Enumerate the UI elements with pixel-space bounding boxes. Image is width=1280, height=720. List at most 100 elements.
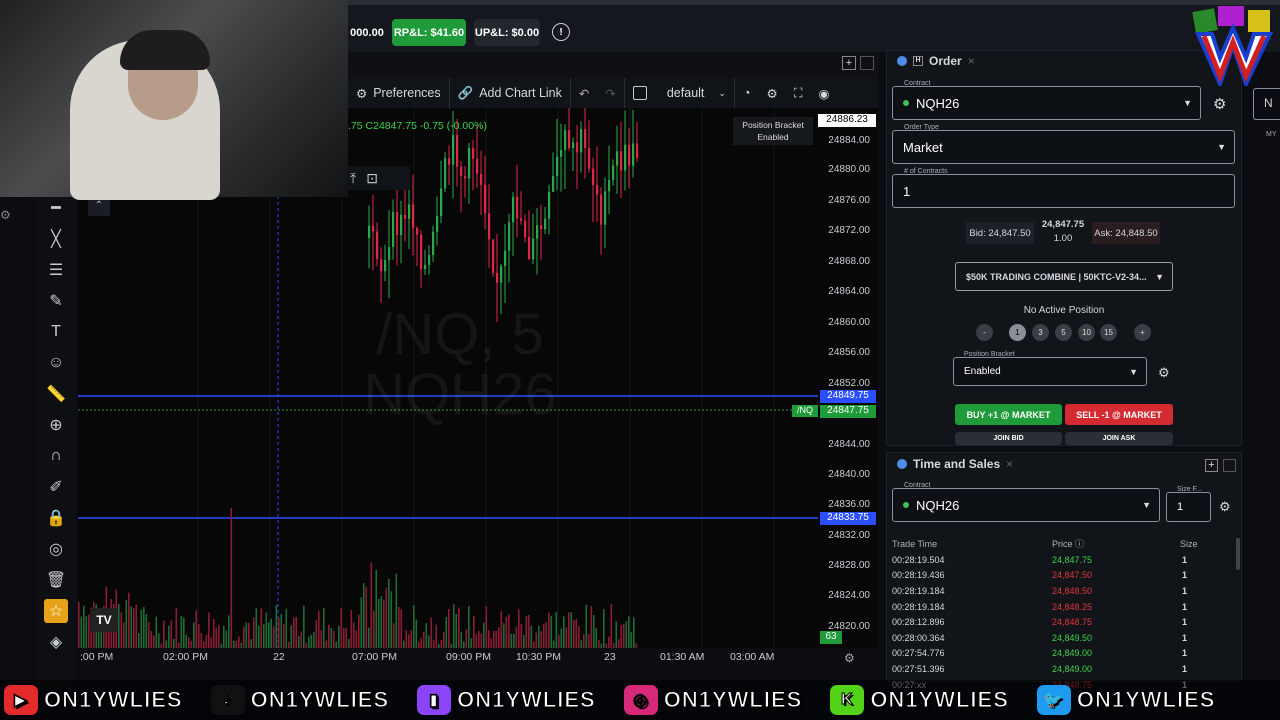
gear-icon[interactable]: ⚙ [0,208,14,222]
ruler-icon[interactable]: 📏 [44,382,68,406]
close-icon[interactable]: × [1006,457,1013,471]
ts-contract-select[interactable]: NQH26 ▼ [892,488,1160,522]
order-type-select[interactable]: Market ▼ [892,130,1235,164]
text-icon[interactable]: T [44,320,68,344]
cursor-icon[interactable]: ━ [44,196,68,220]
top-account-bar: 000.00 RP&L: $41.60 UP&L: $0.00 ! [348,0,1280,52]
camera-icon[interactable]: ◉ [810,78,837,108]
volume-bar [483,622,485,648]
volume-bar [310,634,313,648]
trendline-icon[interactable]: ╳ [44,227,68,251]
volume-bar [315,620,318,648]
volume-bar [78,601,80,648]
candle-body [496,272,499,283]
price-axis[interactable]: 24884.00 24880.00 24876.00 24872.00 24868.00… [818,108,878,648]
indicator-icon[interactable]: ◔ [733,78,759,108]
symbol-tag: /NQ [792,405,818,417]
qty-3-button[interactable]: 3 [1032,324,1049,341]
qty-plus-button[interactable]: + [1134,324,1151,341]
ts-time: 00:28:19.436 [892,570,945,581]
add-chart-link-label: Add Chart Link [479,86,562,100]
brush-icon[interactable]: ✎ [44,289,68,313]
pencil-lock-icon[interactable]: ✐ [44,475,68,499]
redo-button[interactable]: ↷ [597,78,623,108]
sell-market-button[interactable]: SELL -1 @ MARKET [1065,404,1173,425]
candle-body [536,225,539,239]
close-icon[interactable]: × [968,54,975,68]
time-and-sales-header: Time and Sales × [897,457,1013,471]
volume-bar [495,630,498,648]
handle-text: ON1YWLIES [44,687,183,713]
volume-bar [225,630,228,648]
status-dot-icon [897,459,907,469]
qty-5-button[interactable]: 5 [1055,324,1072,341]
undo-button[interactable]: ↶ [569,78,597,108]
arrow-icon[interactable]: ⤒ [350,170,356,187]
eye-icon[interactable]: ◎ [44,537,68,561]
social-handle: ◎ ON1YWLIES [623,685,803,715]
bid-button[interactable]: Bid: 24,847.50 [966,222,1034,244]
add-chart-link-button[interactable]: 🔗 Add Chart Link [448,78,570,108]
contracts-input[interactable]: 1 [892,174,1235,208]
join-ask-button[interactable]: JOIN ASK [1065,432,1173,445]
fullscreen-icon[interactable]: ⛶ [786,78,811,108]
qty-10-button[interactable]: 10 [1078,324,1095,341]
preferences-button[interactable]: ⚙ Preferences [348,78,449,108]
contract-select[interactable]: NQH26 ▼ [892,86,1201,120]
add-panel-icon[interactable]: + [842,56,856,70]
magnet-icon[interactable]: ∩ [44,444,68,468]
order-settings-icon[interactable]: ⚙ [1213,95,1226,113]
maximize-icon[interactable] [1223,459,1236,472]
zoom-in-icon[interactable]: ⊕ [44,413,68,437]
layers-icon[interactable]: ◈ [44,630,68,654]
add-panel-icon[interactable]: + [1205,459,1218,472]
emoji-icon[interactable]: ☺ [44,351,68,375]
join-bid-button[interactable]: JOIN BID [955,432,1062,445]
volume-bar [180,615,183,648]
qty-minus-button[interactable]: - [976,324,993,341]
trash-icon[interactable]: 🗑 [44,568,68,592]
volume-bar [565,627,568,648]
account-select[interactable]: $50K TRADING COMBINE | 50KTC-V2-34... ▼ [955,262,1173,291]
x-tick-label: 10:30 PM [516,651,561,663]
position-bracket-status: Enabled [757,132,789,142]
bracket-select[interactable]: Enabled ▼ [953,357,1147,386]
ts-scrollbar[interactable] [1236,538,1240,570]
ts-settings-icon[interactable]: ⚙ [1219,499,1231,515]
layout-select[interactable]: default ⌄ [623,78,734,108]
volume-bar [165,640,168,648]
fib-icon[interactable]: ☰ [44,258,68,282]
youtube-icon: ▶ [4,685,38,715]
lock-icon[interactable]: 🔒 [44,506,68,530]
star-icon[interactable]: ☆ [44,599,68,623]
qty-1-button[interactable]: 1 [1009,324,1026,341]
y-tick-label: 24832.00 [828,530,870,541]
volume-bar [625,621,628,648]
collapse-icon[interactable]: ⌃ [88,200,110,216]
bracket-settings-icon[interactable]: ⚙ [1158,365,1170,381]
candle-body [448,158,451,165]
time-settings-icon[interactable]: ⚙ [844,651,855,665]
volume-bar [168,625,170,648]
second-contract-select[interactable]: N [1253,88,1280,120]
candle-body [468,147,471,179]
candle-body [504,250,507,267]
candle-body [628,144,631,166]
info-icon[interactable]: ! [552,23,570,41]
select-icon[interactable]: ⊡ [366,170,378,187]
volume-bar [298,635,300,648]
size-header[interactable]: Size [1180,539,1198,549]
y-tick-label: 24864.00 [828,286,870,297]
buy-market-button[interactable]: BUY +1 @ MARKET [955,404,1062,425]
volume-bar [138,633,140,648]
qty-15-button[interactable]: 15 [1100,324,1117,341]
volume-bar [628,616,630,648]
trade-time-header[interactable]: Trade Time [892,539,937,549]
ask-button[interactable]: Ask: 24,848.50 [1092,222,1160,244]
settings-icon[interactable]: ⚙ [759,78,786,108]
price-header[interactable]: Price ⓘ [1052,537,1084,550]
order-panel-title: Order [929,54,962,68]
size-filter-input[interactable]: 1 [1166,492,1211,522]
volume-bar [615,621,618,648]
maximize-icon[interactable] [860,56,874,70]
